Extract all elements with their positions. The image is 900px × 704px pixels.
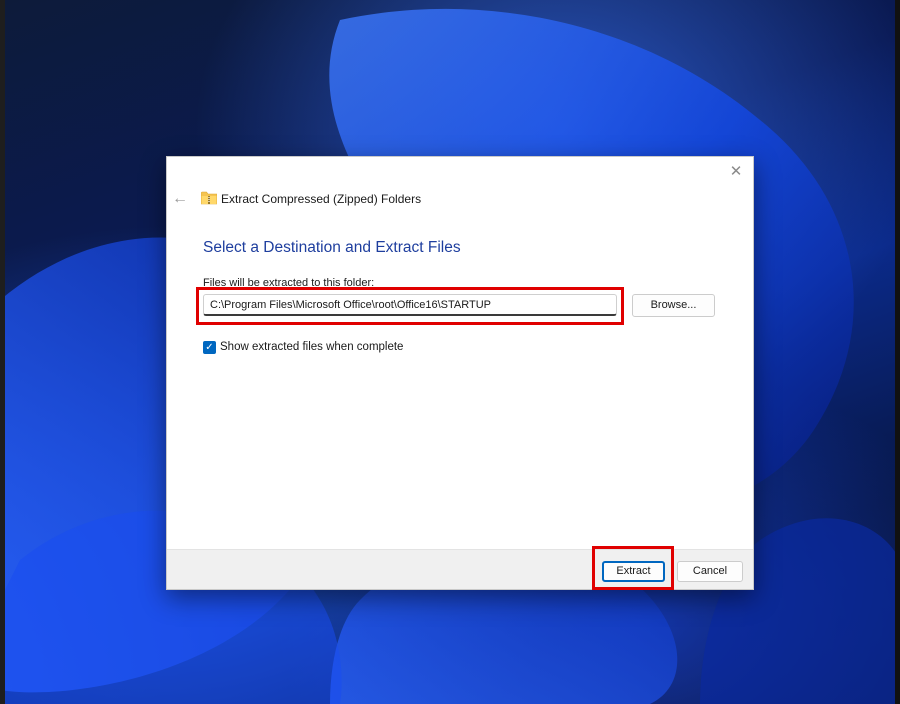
show-files-label: Show extracted files when complete: [220, 341, 404, 353]
window-edge-left: [0, 0, 5, 704]
checkmark-icon: ✓: [205, 342, 214, 353]
zip-folder-icon: [201, 191, 217, 205]
extract-dialog: ✕ ← Extract Compressed (Zipped) Folders …: [166, 156, 754, 590]
page-heading: Select a Destination and Extract Files: [203, 239, 461, 256]
destination-path-input[interactable]: [203, 294, 617, 316]
close-icon: ✕: [729, 163, 743, 180]
dialog-title: Extract Compressed (Zipped) Folders: [221, 192, 422, 206]
back-arrow-icon: ←: [172, 190, 188, 207]
extract-button[interactable]: Extract: [602, 561, 665, 582]
destination-label: Files will be extracted to this folder:: [203, 277, 375, 289]
back-button[interactable]: ←: [171, 190, 189, 208]
close-button[interactable]: ✕: [725, 161, 747, 183]
show-files-checkbox[interactable]: ✓: [203, 341, 216, 354]
cancel-button[interactable]: Cancel: [677, 561, 743, 582]
dialog-footer: Extract Cancel: [167, 549, 753, 589]
window-edge-right: [895, 0, 900, 704]
browse-button[interactable]: Browse...: [632, 294, 715, 317]
